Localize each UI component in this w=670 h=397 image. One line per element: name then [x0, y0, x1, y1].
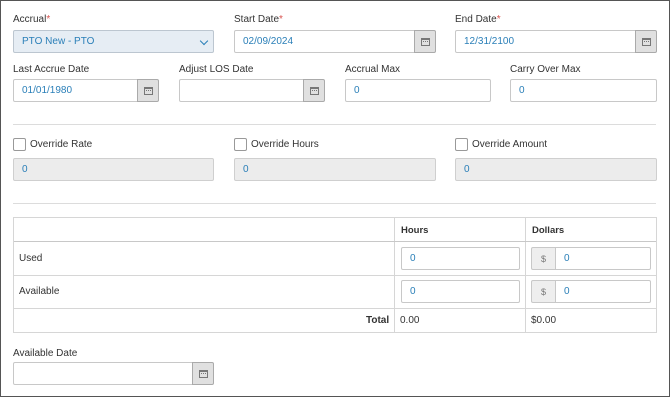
override-hours-input: 0 — [234, 158, 436, 181]
adjust-los-date-input[interactable] — [179, 79, 304, 102]
last-accrue-date-input[interactable]: 01/01/1980 — [13, 79, 138, 102]
hours-column-header: Hours — [401, 225, 429, 236]
adjust-los-date-calendar-button[interactable] — [303, 79, 325, 102]
total-label: Total — [366, 315, 390, 326]
row-divider — [14, 308, 656, 309]
override-amount-label: Override Amount — [472, 139, 548, 150]
calendar-icon — [198, 369, 208, 378]
available-date-calendar-button[interactable] — [192, 362, 214, 385]
override-rate-input: 0 — [13, 158, 214, 181]
available-date-label: Available Date — [13, 348, 78, 359]
override-rate-checkbox[interactable] — [13, 138, 26, 151]
end-date-label: End Date* — [455, 14, 501, 25]
end-date-input[interactable]: 12/31/2100 — [455, 30, 636, 53]
header-divider — [14, 241, 656, 242]
total-dollars: $0.00 — [531, 315, 557, 326]
last-accrue-date-label: Last Accrue Date — [13, 64, 90, 75]
calendar-icon — [309, 86, 319, 95]
calendar-icon — [143, 86, 153, 95]
section-divider — [13, 124, 656, 125]
accrual-max-label: Accrual Max — [345, 64, 401, 75]
currency-addon: $ — [531, 247, 556, 270]
calendar-icon — [641, 37, 651, 46]
start-date-label: Start Date* — [234, 14, 283, 25]
total-hours: 0.00 — [400, 315, 420, 326]
used-dollars-input[interactable]: 0 — [555, 247, 651, 270]
available-hours-input[interactable]: 0 — [401, 280, 520, 303]
balances-table: Hours Dollars Used 0 $ 0 Available 0 $ 0… — [13, 217, 657, 333]
carry-over-max-label: Carry Over Max — [510, 64, 581, 75]
available-date-input[interactable] — [13, 362, 193, 385]
override-hours-checkbox[interactable] — [234, 138, 247, 151]
end-date-calendar-button[interactable] — [635, 30, 657, 53]
calendar-icon — [420, 37, 430, 46]
available-row-label: Available — [19, 286, 60, 297]
accrual-max-input[interactable]: 0 — [345, 79, 491, 102]
last-accrue-date-calendar-button[interactable] — [137, 79, 159, 102]
override-amount-input: 0 — [455, 158, 657, 181]
accrual-label: Accrual* — [13, 14, 51, 25]
section-divider — [13, 203, 656, 204]
adjust-los-date-label: Adjust LOS Date — [179, 64, 254, 75]
carry-over-max-input[interactable]: 0 — [510, 79, 657, 102]
dollars-column-header: Dollars — [532, 225, 565, 236]
start-date-calendar-button[interactable] — [414, 30, 436, 53]
override-hours-label: Override Hours — [251, 139, 319, 150]
override-amount-checkbox[interactable] — [455, 138, 468, 151]
accrual-select[interactable]: PTO New - PTO — [13, 30, 214, 53]
override-rate-label: Override Rate — [30, 139, 93, 150]
accrual-form — [0, 0, 670, 397]
available-dollars-input[interactable]: 0 — [555, 280, 651, 303]
used-row-label: Used — [19, 253, 43, 264]
currency-addon: $ — [531, 280, 556, 303]
row-divider — [14, 275, 656, 276]
chevron-down-icon — [199, 36, 209, 46]
used-hours-input[interactable]: 0 — [401, 247, 520, 270]
start-date-input[interactable]: 02/09/2024 — [234, 30, 415, 53]
